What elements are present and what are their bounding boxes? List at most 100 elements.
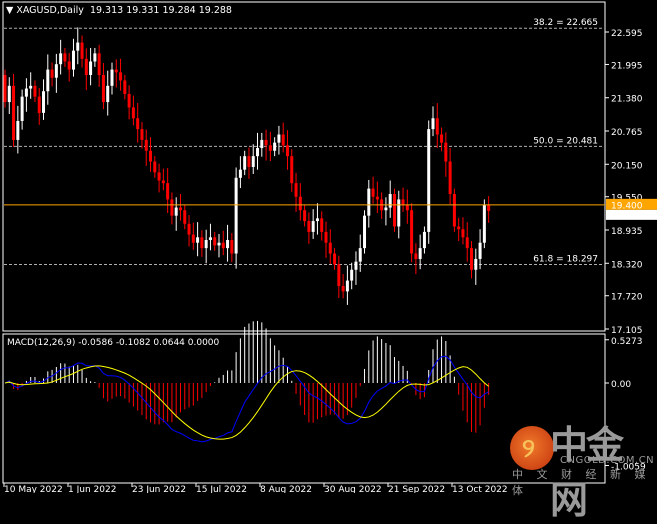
bear-candle	[298, 196, 302, 211]
price-tick-label: 22.595	[611, 29, 643, 39]
bear-candle	[337, 264, 341, 286]
cngold-watermark: ୨ 中金网 CNGOLD.COM.CN 中 文 财 经 新 媒 体	[500, 420, 657, 522]
bear-candle	[268, 145, 272, 151]
bear-candle	[50, 69, 54, 78]
bull-candle	[93, 53, 97, 62]
bear-candle	[333, 253, 337, 265]
bull-candle	[238, 169, 242, 178]
price-tick-label: 17.720	[611, 293, 643, 303]
bear-candle	[170, 199, 174, 216]
bear-candle	[140, 129, 144, 140]
bull-candle	[24, 88, 28, 97]
bull-candle	[354, 261, 358, 270]
bull-candle	[427, 129, 431, 232]
time-tick-label: 23 Jun 2022	[132, 485, 186, 493]
time-tick-label: 8 Aug 2022	[260, 485, 312, 493]
bull-candle	[106, 85, 110, 103]
bull-candle	[397, 199, 401, 227]
bull-candle	[226, 240, 230, 249]
bear-candle	[461, 229, 465, 238]
bull-candle	[474, 258, 478, 270]
bear-candle	[375, 196, 379, 200]
bear-candle	[221, 242, 225, 249]
price-tick-label: 17.105	[611, 326, 643, 336]
bear-candle	[410, 210, 414, 254]
bull-candle	[350, 269, 354, 281]
fib-label: 50.0 = 20.481	[533, 136, 598, 146]
bear-candle	[264, 139, 268, 146]
bull-candle	[384, 207, 388, 211]
bear-candle	[123, 80, 127, 94]
bear-candle	[119, 72, 123, 81]
bear-candle	[161, 180, 165, 184]
price-tick-label: 18.935	[611, 227, 643, 237]
bear-candle	[153, 161, 157, 173]
current-price: 19.40019.288	[4, 198, 657, 221]
bear-candle	[136, 118, 140, 130]
bull-candle	[315, 218, 319, 222]
bull-candle	[363, 215, 367, 249]
macd-tick-label: 0.00	[611, 380, 631, 390]
main-panel-border	[2, 1, 606, 332]
macd-tick-label: 0.5273	[611, 337, 643, 347]
bull-candle	[273, 142, 277, 151]
bear-candle	[114, 69, 118, 73]
bull-candle	[251, 156, 255, 167]
bull-candle	[422, 231, 426, 249]
bear-candle	[470, 248, 474, 270]
price-tick-label: 20.150	[611, 161, 643, 171]
bull-candle	[16, 120, 20, 140]
collapse-triangle-icon[interactable]: ▼	[6, 5, 16, 16]
bull-candle	[431, 118, 435, 130]
price-tick-label: 21.995	[611, 61, 643, 71]
time-tick-label: 10 May 2022	[4, 485, 63, 493]
time-tick-label: 1 Jun 2022	[68, 485, 116, 493]
bear-candle	[320, 218, 324, 232]
bear-candle	[101, 75, 105, 103]
bear-candle	[97, 53, 101, 76]
bear-candle	[166, 183, 170, 200]
time-tick-label: 21 Sep 2022	[388, 485, 445, 493]
bear-candle	[157, 172, 161, 181]
bear-candle	[452, 194, 456, 227]
bear-candle	[457, 226, 461, 230]
bear-candle	[405, 204, 409, 211]
bear-candle	[281, 134, 285, 146]
time-tick-label: 30 Aug 2022	[324, 485, 382, 493]
symbol-label: XAGUSD,Daily	[16, 5, 84, 16]
fib-label: 38.2 = 22.665	[533, 18, 598, 28]
bull-candle	[345, 280, 349, 292]
bull-candle	[89, 61, 93, 76]
bear-candle	[371, 188, 375, 197]
bull-candle	[367, 188, 371, 216]
macd-label: MACD(12,26,9) -0.0586 -0.1082 0.0644 0.0…	[7, 338, 220, 348]
bear-candle	[324, 231, 328, 243]
price-tick-label: 20.765	[611, 128, 643, 138]
bear-candle	[341, 285, 345, 292]
bear-candle	[414, 253, 418, 259]
bear-candle	[444, 142, 448, 162]
bull-candle	[7, 85, 11, 103]
bull-candle	[76, 42, 80, 51]
bear-candle	[285, 145, 289, 157]
bear-candle	[33, 85, 37, 97]
bull-candle	[20, 96, 24, 121]
bull-candle	[358, 248, 362, 262]
bear-candle	[178, 207, 182, 211]
bear-candle	[183, 210, 187, 224]
bull-candle	[196, 237, 200, 243]
bull-candle	[217, 242, 221, 246]
bear-candle	[80, 42, 84, 59]
candles	[3, 27, 491, 305]
bear-candle	[213, 237, 217, 246]
bull-candle	[71, 50, 75, 70]
bear-candle	[487, 204, 491, 211]
bear-candle	[290, 156, 294, 184]
bear-candle	[392, 194, 396, 227]
bull-candle	[234, 177, 238, 254]
bear-candle	[127, 93, 131, 108]
bear-candle	[131, 107, 135, 119]
bear-candle	[84, 58, 88, 76]
bull-candle	[260, 139, 264, 149]
bull-candle	[478, 242, 482, 259]
